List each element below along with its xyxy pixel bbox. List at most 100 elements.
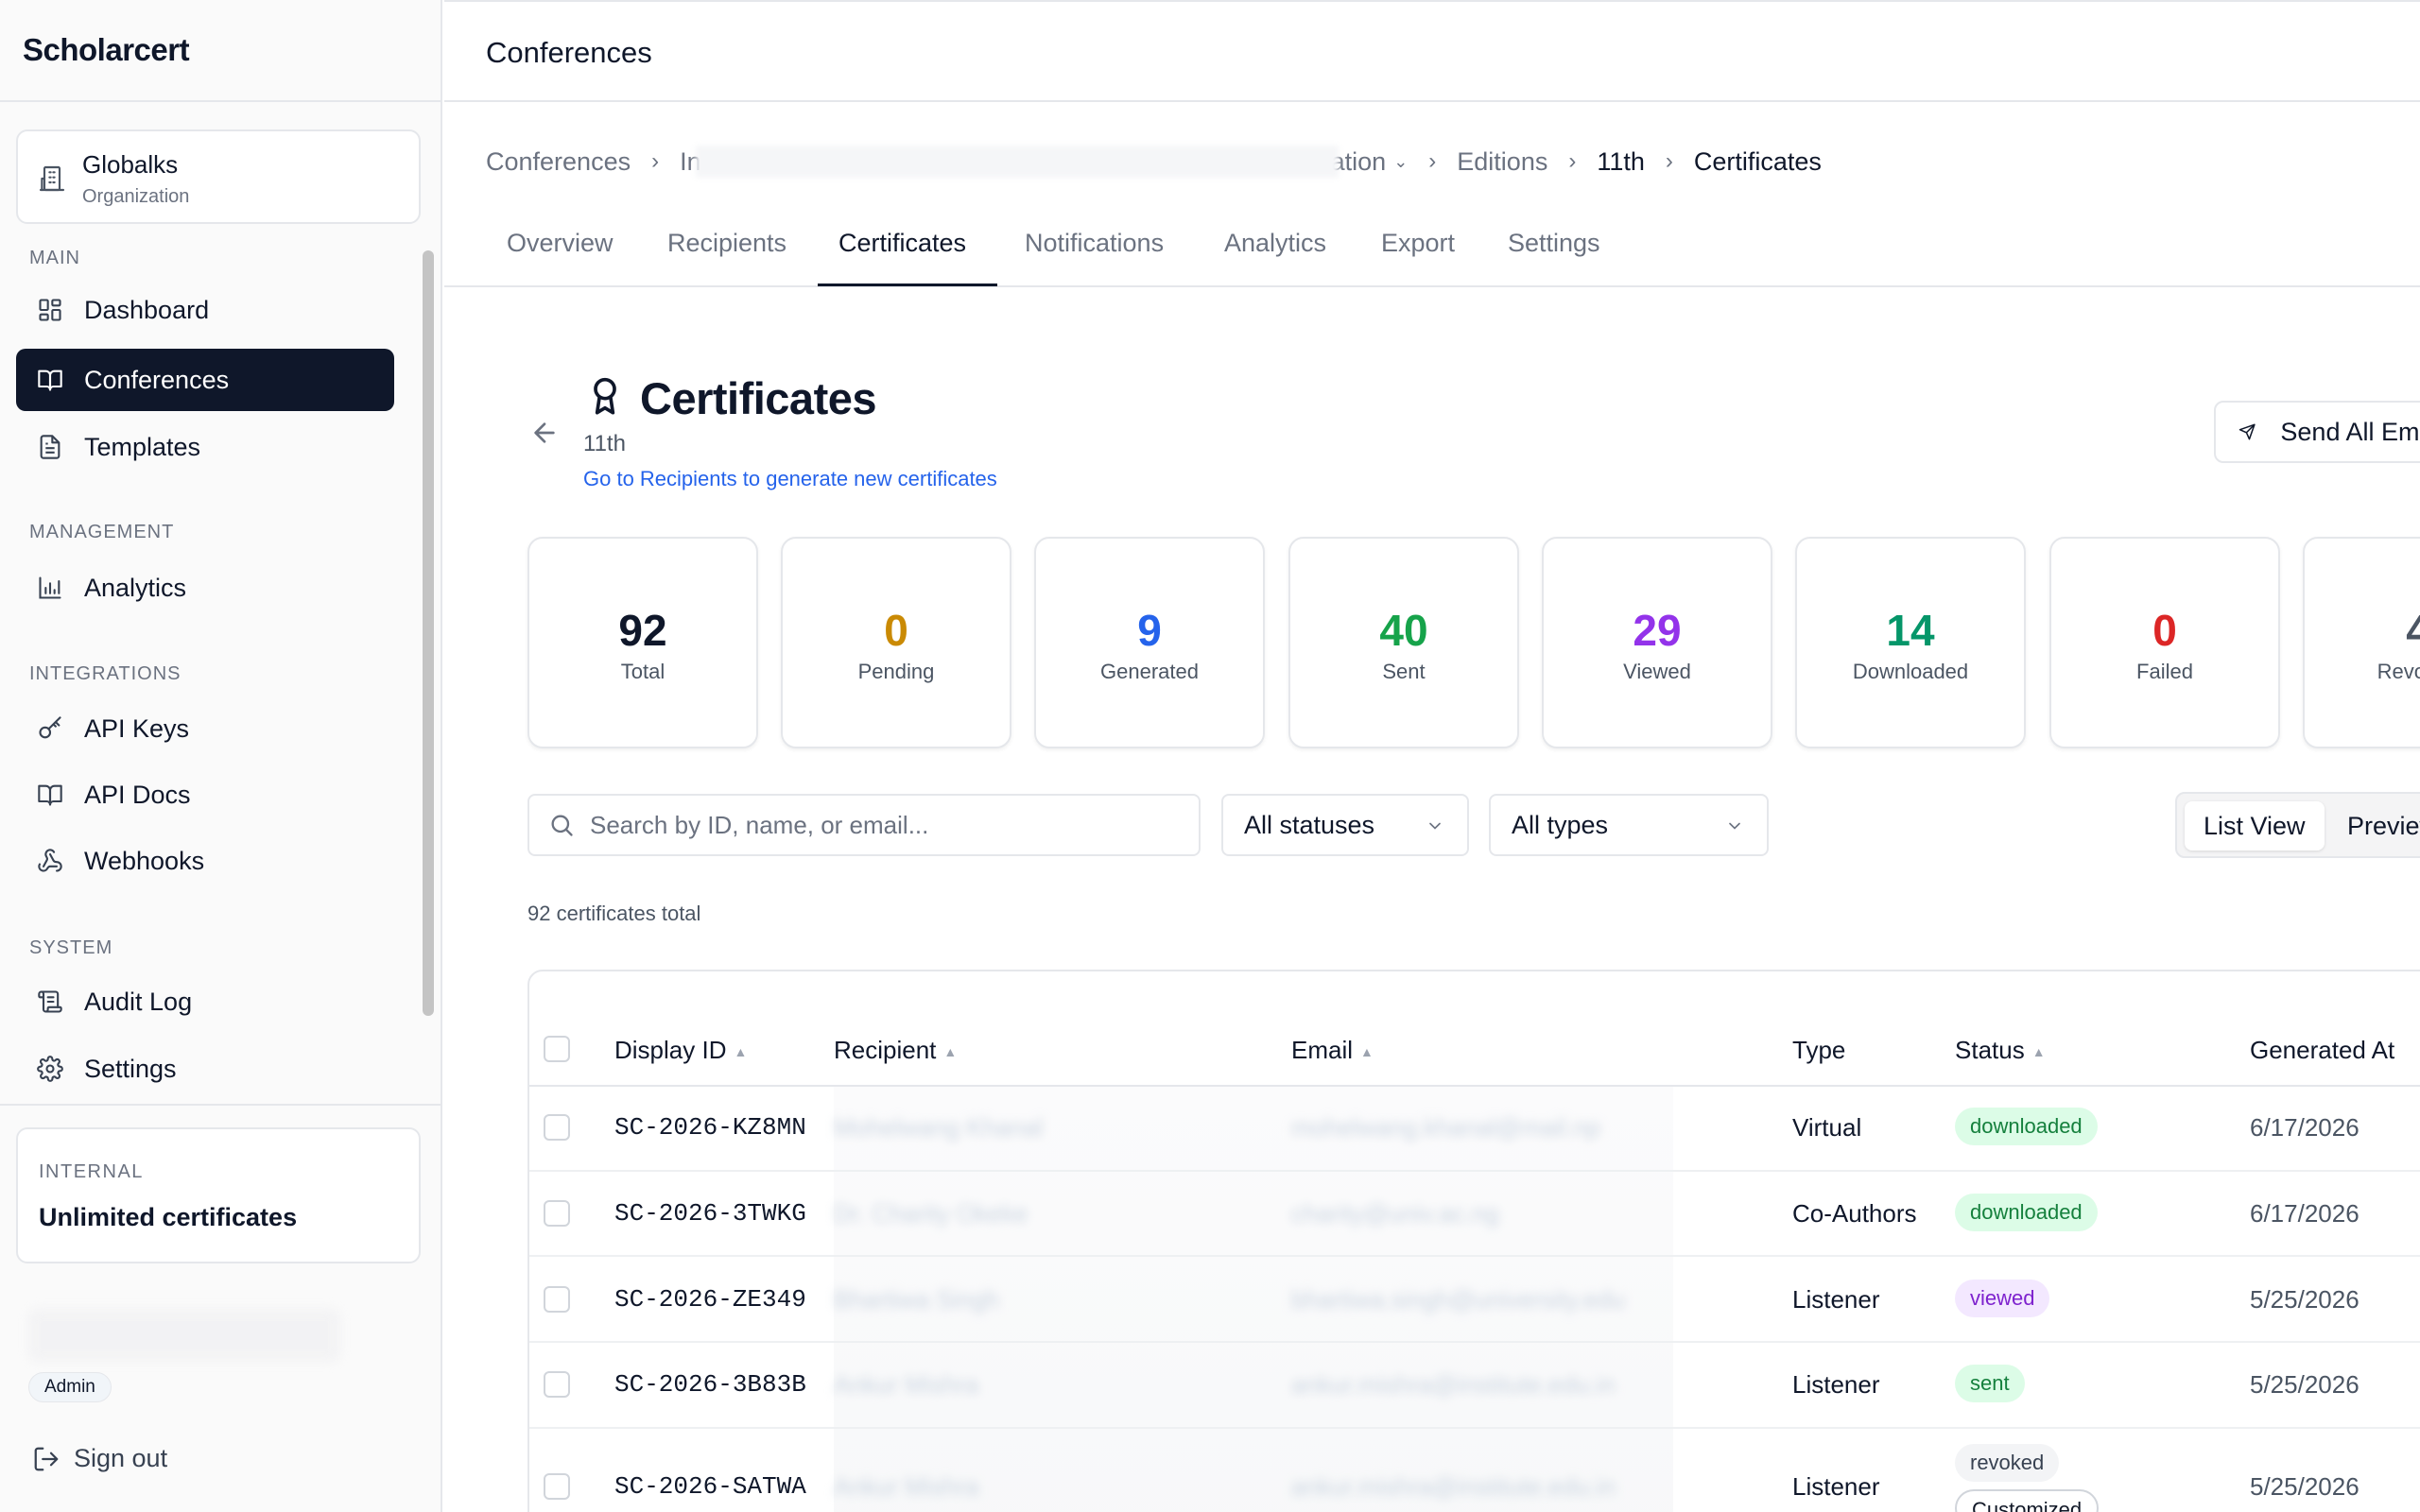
tab-notifications[interactable]: Notifications	[1025, 229, 1164, 285]
stat-card-downloaded: 14 Downloaded	[1795, 537, 2026, 748]
org-switcher[interactable]: Globalks Organization	[16, 129, 421, 224]
recipients-link[interactable]: Go to Recipients to generate new certifi…	[583, 467, 997, 491]
sidebar-item-label: API Keys	[84, 713, 190, 743]
cell-email: bhartiwa.singh@university.edu	[1291, 1285, 1625, 1314]
sidebar-item-api-keys[interactable]: API Keys	[16, 697, 394, 760]
row-checkbox[interactable]	[544, 1286, 570, 1313]
org-name: Globalks	[82, 150, 179, 179]
stat-label: Downloaded	[1852, 660, 1969, 683]
tab-recipients[interactable]: Recipients	[667, 229, 786, 285]
row-checkbox[interactable]	[544, 1371, 570, 1398]
column-header-email[interactable]: Email ▲	[1291, 1036, 1374, 1065]
sidebar-item-audit-log[interactable]: Audit Log	[16, 971, 394, 1033]
chevron-right-icon: ›	[651, 148, 660, 174]
plan-value: Unlimited certificates	[39, 1203, 298, 1231]
cell-generated-at: 5/25/2026	[2250, 1472, 2360, 1501]
breadcrumb-edition[interactable]: 11th	[1597, 147, 1645, 177]
preview-button[interactable]: Preview	[2328, 801, 2420, 850]
select-all-checkbox[interactable]	[544, 1036, 570, 1062]
bar-chart-icon	[35, 573, 65, 603]
cell-type: Listener	[1792, 1370, 1880, 1399]
cell-display-id[interactable]: SC-2026-KZ8MN	[614, 1113, 806, 1142]
cell-recipient: Mohelwang Khanal	[834, 1113, 1044, 1142]
row-checkbox[interactable]	[544, 1114, 570, 1141]
tab-overview[interactable]: Overview	[507, 229, 614, 285]
page-header-title: Conferences	[486, 36, 652, 69]
send-all-emails-button[interactable]: Send All Emails	[2214, 401, 2420, 463]
cell-generated-at: 6/17/2026	[2250, 1199, 2360, 1228]
search-field[interactable]	[527, 794, 1201, 856]
breadcrumb-conferences[interactable]: Conferences	[486, 147, 631, 177]
column-header-status[interactable]: Status ▲	[1955, 1036, 2046, 1065]
arrow-left-icon[interactable]	[529, 418, 560, 448]
sidebar: Scholarcert Globalks Organization MAIN D…	[0, 0, 442, 1512]
breadcrumb-conference-redacted	[695, 146, 1339, 178]
cell-display-id[interactable]: SC-2026-SATWA	[614, 1472, 806, 1501]
list-view-button[interactable]: List View	[2185, 801, 2325, 850]
status-badge: viewed	[1955, 1280, 2050, 1317]
divider	[0, 100, 442, 102]
column-header-display-id[interactable]: Display ID ▲	[614, 1036, 747, 1065]
tab-settings[interactable]: Settings	[1508, 229, 1600, 285]
sidebar-item-analytics[interactable]: Analytics	[16, 557, 394, 619]
sidebar-item-label: Dashboard	[84, 295, 210, 324]
cell-display-id[interactable]: SC-2026-3TWKG	[614, 1199, 806, 1228]
cell-email: charity@univ.ac.ng	[1291, 1199, 1499, 1228]
key-icon	[35, 713, 65, 744]
breadcrumb-editions[interactable]: Editions	[1457, 147, 1547, 177]
tab-bar: Overview Recipients Certificates Notific…	[444, 217, 2420, 287]
stat-label: Pending	[857, 660, 935, 683]
stat-value: 40	[1379, 606, 1428, 655]
divider	[529, 1085, 2420, 1087]
book-open-icon	[35, 780, 65, 810]
row-checkbox[interactable]	[544, 1200, 570, 1227]
stat-card-sent: 40 Sent	[1288, 537, 1519, 748]
breadcrumb-conference-end[interactable]: ation	[1331, 147, 1387, 177]
stat-card-viewed: 29 Viewed	[1542, 537, 1772, 748]
view-toggle: List View Preview	[2175, 792, 2420, 858]
stat-label: Total	[620, 660, 666, 683]
tab-certificates[interactable]: Certificates	[838, 229, 966, 285]
stat-value: 0	[884, 606, 908, 655]
sidebar-item-dashboard[interactable]: Dashboard	[16, 279, 394, 341]
user-info-redacted	[28, 1309, 340, 1362]
section-label-integrations: INTEGRATIONS	[29, 663, 182, 684]
page-subtitle: 11th	[583, 431, 626, 456]
section-label-main: MAIN	[29, 248, 80, 268]
sidebar-item-templates[interactable]: Templates	[16, 416, 394, 478]
tab-analytics[interactable]: Analytics	[1224, 229, 1326, 285]
sidebar-scrollbar[interactable]	[423, 250, 434, 1016]
column-header-generated-at[interactable]: Generated At	[2250, 1036, 2394, 1065]
stat-label: Sent	[1382, 660, 1426, 683]
chevron-right-icon: ›	[1428, 148, 1437, 174]
divider	[529, 1255, 2420, 1257]
tab-export[interactable]: Export	[1381, 229, 1455, 285]
book-open-icon	[35, 365, 65, 395]
column-header-recipient[interactable]: Recipient ▲	[834, 1036, 957, 1065]
building-icon	[39, 165, 65, 192]
cell-display-id[interactable]: SC-2026-3B83B	[614, 1370, 806, 1399]
cell-email: ankur.mishra@institute.edu.in	[1291, 1370, 1616, 1399]
cell-email: ankur.mishra@institute.edu.in	[1291, 1472, 1616, 1501]
award-icon	[594, 377, 616, 415]
type-filter-select[interactable]: All types	[1489, 794, 1769, 856]
status-filter-select[interactable]: All statuses	[1221, 794, 1469, 856]
send-all-emails-label: Send All Emails	[2280, 417, 2420, 446]
sidebar-item-api-docs[interactable]: API Docs	[16, 764, 394, 826]
cell-recipient: Ankur Mishra	[834, 1370, 979, 1399]
sign-out-button[interactable]: Sign out	[32, 1444, 167, 1473]
stat-label: Failed	[2136, 660, 2193, 683]
sidebar-item-settings[interactable]: Settings	[16, 1038, 394, 1100]
search-icon	[551, 815, 573, 836]
divider	[529, 1427, 2420, 1429]
brand-logo[interactable]: Scholarcert	[23, 32, 190, 68]
breadcrumb: Conferences › In ation ⌄ › Editions › 11…	[486, 146, 1822, 178]
chevron-down-icon[interactable]: ⌄	[1393, 152, 1408, 172]
sidebar-item-webhooks[interactable]: Webhooks	[16, 830, 394, 892]
stat-card-pending: 0 Pending	[781, 537, 1011, 748]
stat-value: 29	[1633, 606, 1682, 655]
search-input[interactable]	[590, 810, 1176, 840]
sidebar-item-conferences[interactable]: Conferences	[16, 349, 394, 411]
cell-display-id[interactable]: SC-2026-ZE349	[614, 1285, 806, 1314]
row-checkbox[interactable]	[544, 1473, 570, 1500]
